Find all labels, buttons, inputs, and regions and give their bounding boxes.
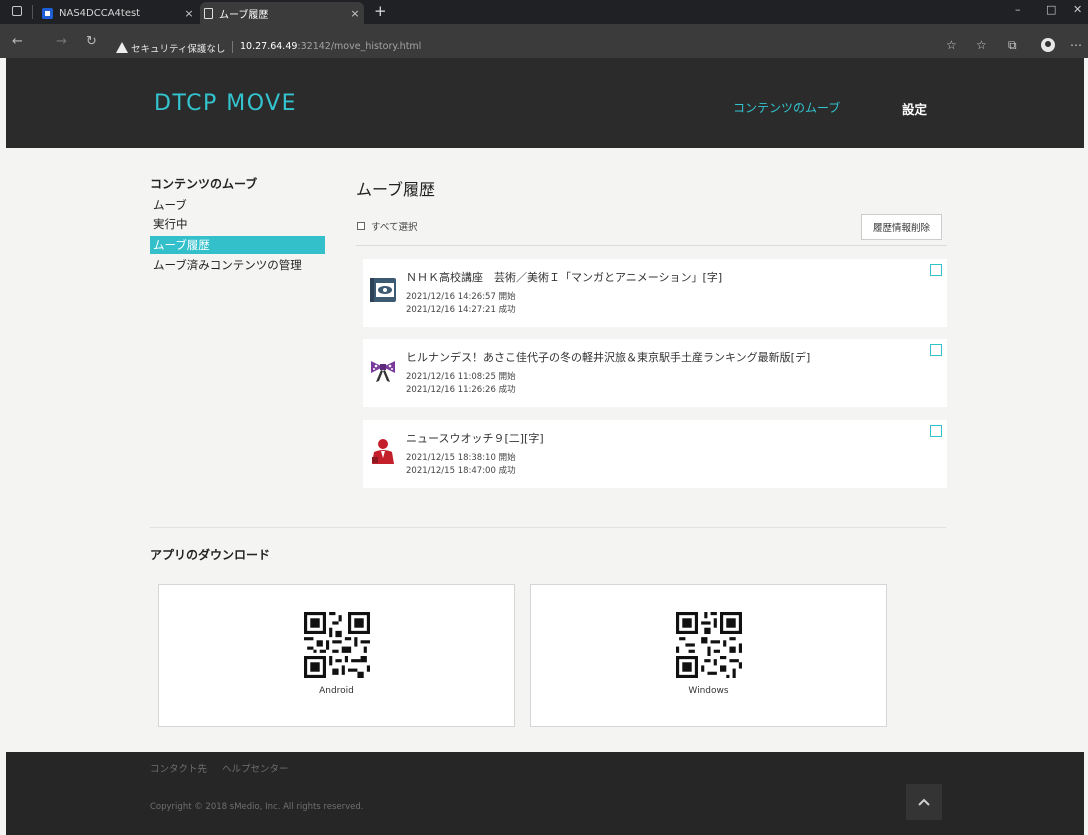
browser-tab-nas[interactable]: NAS4DCCA4test × bbox=[38, 2, 198, 24]
warning-icon bbox=[116, 42, 128, 53]
newscaster-icon bbox=[372, 439, 394, 464]
history-checkbox[interactable] bbox=[930, 344, 942, 356]
history-end: 2021/12/15 18:47:00 成功 bbox=[406, 466, 516, 476]
footer-link-help[interactable]: ヘルプセンター bbox=[222, 764, 289, 775]
windows-download-card[interactable]: Windows bbox=[530, 584, 887, 727]
select-all-label: すべて選択 bbox=[371, 222, 418, 233]
site-footer: コンタクト先 ヘルプセンター Copyright © 2018 sMedio, … bbox=[6, 752, 1084, 835]
nav-settings[interactable]: 設定 bbox=[902, 99, 927, 118]
url-host: 10.27.64.49 bbox=[240, 41, 298, 52]
nav-content-move[interactable]: コンテンツのムーブ bbox=[733, 99, 840, 116]
nas-favicon-icon bbox=[42, 7, 53, 19]
history-item[interactable]: ニュースウオッチ９[二][字] 2021/12/15 18:38:10 開始 2… bbox=[363, 420, 947, 488]
history-start: 2021/12/16 11:08:25 開始 bbox=[406, 372, 516, 382]
site-logo[interactable]: DTCP MOVE bbox=[154, 91, 297, 116]
copyright: Copyright © 2018 sMedio, Inc. All rights… bbox=[150, 802, 364, 812]
history-start: 2021/12/16 14:26:57 開始 bbox=[406, 292, 516, 302]
minimize-icon[interactable]: – bbox=[1015, 3, 1021, 16]
close-window-icon[interactable]: ✕ bbox=[1073, 3, 1082, 16]
favorites-icon[interactable]: ☆ bbox=[976, 38, 987, 52]
divider bbox=[232, 41, 233, 53]
checkbox-icon bbox=[357, 222, 365, 230]
history-title: ＮＨＫ高校講座 芸術／美術Ｉ「マンガとアニメーション」[字] bbox=[406, 271, 723, 284]
book-eye-icon bbox=[370, 278, 396, 302]
sidebar-heading: コンテンツのムーブ bbox=[150, 177, 258, 191]
delete-history-button[interactable]: 履歴情報削除 bbox=[861, 214, 942, 240]
site-header: DTCP MOVE コンテンツのムーブ 設定 bbox=[6, 58, 1084, 148]
scroll-top-button[interactable] bbox=[906, 784, 942, 820]
collections-icon[interactable]: ⧉ bbox=[1008, 38, 1017, 53]
qr-code-icon bbox=[304, 612, 370, 678]
history-start: 2021/12/15 18:38:10 開始 bbox=[406, 453, 516, 463]
browser-tab-move-history[interactable]: ムーブ履歴 × bbox=[200, 2, 364, 24]
footer-links: コンタクト先 ヘルプセンター bbox=[150, 761, 301, 775]
tab-title: ムーブ履歴 bbox=[219, 9, 269, 21]
history-end: 2021/12/16 14:27:21 成功 bbox=[406, 305, 516, 315]
divider bbox=[150, 527, 946, 528]
new-tab-button[interactable]: + bbox=[374, 2, 387, 20]
history-checkbox[interactable] bbox=[930, 264, 942, 276]
windows-label: Windows bbox=[688, 686, 729, 696]
page-favicon-icon bbox=[204, 7, 213, 19]
profile-icon[interactable] bbox=[1041, 38, 1055, 52]
ribbon-icon bbox=[371, 361, 395, 382]
more-icon[interactable]: ⋯ bbox=[1070, 38, 1082, 52]
tab-close-icon[interactable]: × bbox=[180, 7, 198, 20]
history-end: 2021/12/16 11:26:26 成功 bbox=[406, 385, 516, 395]
history-item[interactable]: ＮＨＫ高校講座 芸術／美術Ｉ「マンガとアニメーション」[字] 2021/12/1… bbox=[363, 259, 947, 327]
sidebar-item-running[interactable]: 実行中 bbox=[150, 215, 325, 233]
browser-tab-bar: NAS4DCCA4test × ムーブ履歴 × + – □ ✕ bbox=[0, 0, 1088, 24]
sidebar-item-moved-content[interactable]: ムーブ済みコンテンツの管理 bbox=[150, 256, 325, 274]
select-all-checkbox[interactable]: すべて選択 bbox=[357, 219, 417, 233]
sidebar-item-move[interactable]: ムーブ bbox=[150, 196, 325, 214]
qr-code-icon bbox=[676, 612, 742, 678]
divider bbox=[356, 245, 947, 246]
history-item[interactable]: ヒルナンデス！あさこ佳代子の冬の軽井沢旅＆東京駅手土産ランキング最新版[デ] 2… bbox=[363, 339, 947, 407]
history-checkbox[interactable] bbox=[930, 425, 942, 437]
security-status[interactable]: セキュリティ保護なし bbox=[131, 41, 225, 55]
url-field[interactable]: 10.27.64.49:32142/move_history.html bbox=[240, 41, 421, 52]
sidebar-item-move-history[interactable]: ムーブ履歴 bbox=[150, 236, 325, 254]
browser-address-bar: ← → ↻ セキュリティ保護なし 10.27.64.49:32142/move_… bbox=[0, 24, 1088, 58]
divider bbox=[32, 5, 33, 19]
android-download-card[interactable]: Android bbox=[158, 584, 515, 727]
footer-link-contact[interactable]: コンタクト先 bbox=[150, 764, 207, 775]
android-label: Android bbox=[319, 686, 354, 696]
history-title: ヒルナンデス！あさこ佳代子の冬の軽井沢旅＆東京駅手土産ランキング最新版[デ] bbox=[406, 351, 811, 364]
page-title: ムーブ履歴 bbox=[356, 180, 436, 199]
chevron-up-icon bbox=[918, 798, 930, 806]
download-heading: アプリのダウンロード bbox=[150, 548, 271, 562]
main-content: コンテンツのムーブ ムーブ 実行中 ムーブ履歴 ムーブ済みコンテンツの管理 ムー… bbox=[6, 148, 1084, 752]
tab-actions-icon[interactable] bbox=[12, 6, 22, 16]
tab-title: NAS4DCCA4test bbox=[59, 7, 141, 19]
url-path: :32142/move_history.html bbox=[297, 41, 422, 52]
maximize-icon[interactable]: □ bbox=[1046, 3, 1056, 16]
tab-close-icon[interactable]: × bbox=[346, 7, 364, 20]
back-icon[interactable]: ← bbox=[12, 34, 23, 49]
history-title: ニュースウオッチ９[二][字] bbox=[406, 432, 544, 445]
add-favorite-icon[interactable]: ☆ bbox=[946, 38, 957, 52]
forward-icon[interactable]: → bbox=[56, 34, 67, 49]
reload-icon[interactable]: ↻ bbox=[86, 34, 97, 49]
